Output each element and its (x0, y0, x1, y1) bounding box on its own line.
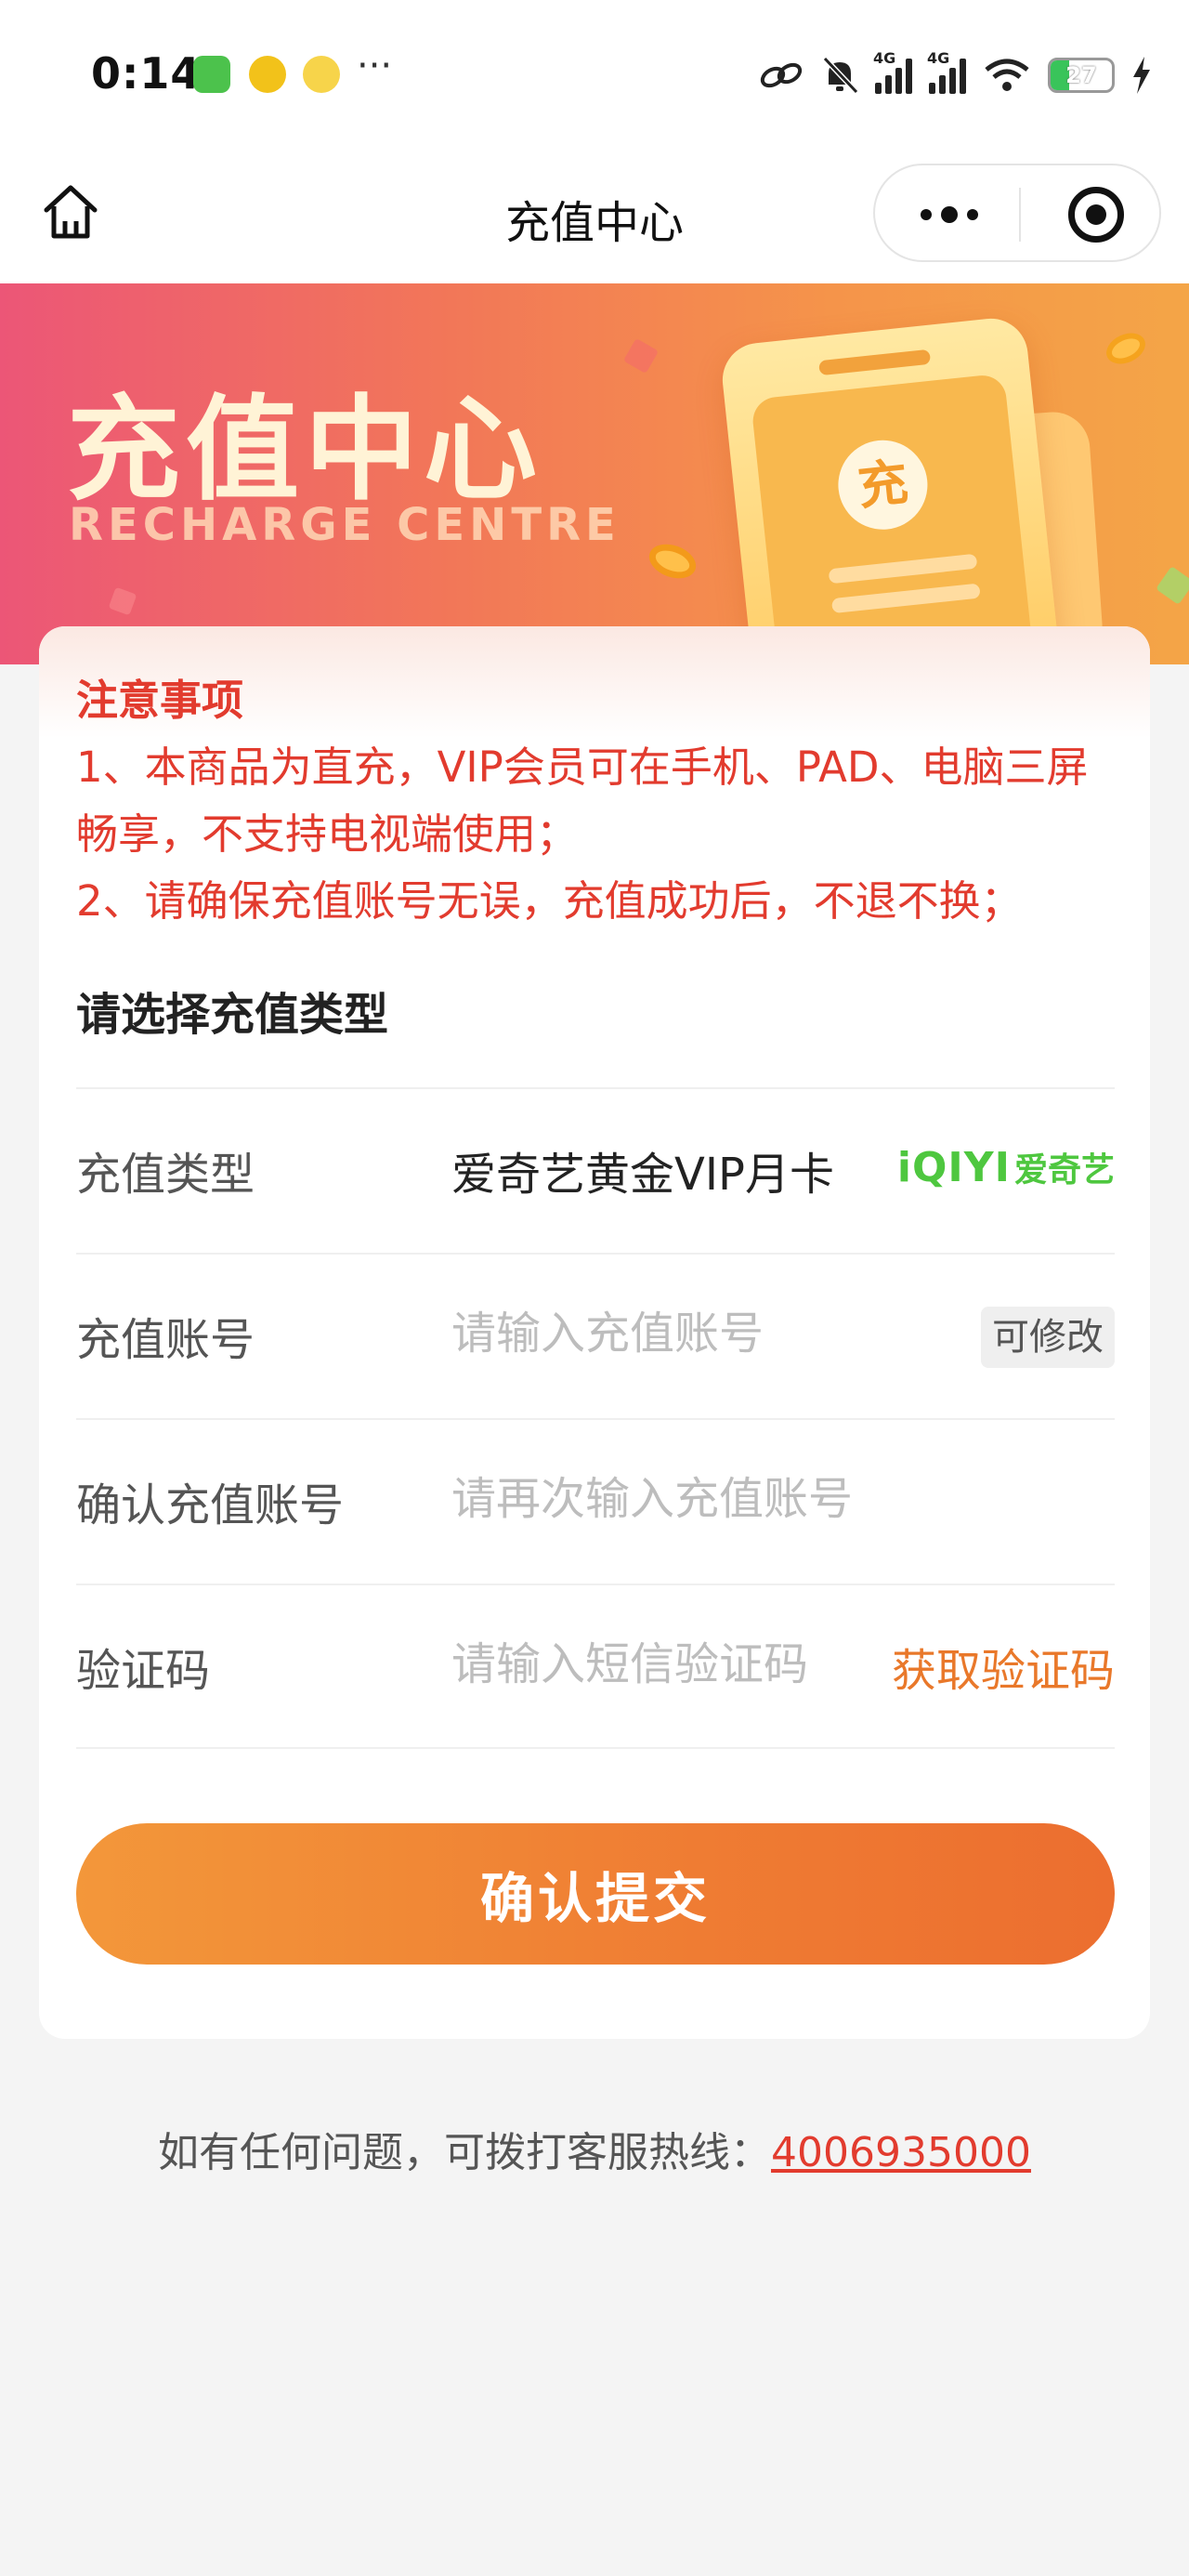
account-row: 充值账号 可修改 (76, 1253, 1115, 1418)
mascot-app-icon (303, 56, 340, 93)
verification-code-row: 验证码 获取验证码 (76, 1584, 1115, 1749)
coin-decoration-icon (644, 538, 701, 585)
wifi-icon (985, 59, 1029, 91)
recharge-card: 注意事项 1、本商品为直充，VIP会员可在手机、PAD、电脑三屏畅享，不支持电视… (39, 626, 1150, 2039)
confirm-account-input[interactable] (451, 1457, 934, 1541)
charging-bolt-icon (1133, 57, 1150, 94)
nav-bar: 充值中心 (0, 149, 1189, 283)
network-type-label: 4G (927, 49, 950, 67)
verification-code-label: 验证码 (76, 1645, 211, 1697)
phone-illustration: 充 (718, 314, 1065, 664)
status-time: 0:14 (91, 48, 202, 99)
recharge-type-value: 爱奇艺黄金VIP月卡 (451, 1149, 834, 1201)
charging-app-icon (193, 56, 230, 93)
iqiyi-logo: iQIYI 爱奇艺 (897, 1143, 1115, 1191)
notice-block: 注意事项 1、本商品为直充，VIP会员可在手机、PAD、电脑三屏畅享，不支持电视… (76, 667, 1126, 935)
brand-name-zh: 爱奇艺 (1013, 1151, 1115, 1189)
notice-line: 1、本商品为直充，VIP会员可在手机、PAD、电脑三屏畅享，不支持电视端使用； (76, 743, 1089, 859)
link-icon (760, 62, 803, 88)
footer-hotline: 如有任何问题，可拨打客服热线：4006935000 (0, 2119, 1189, 2178)
account-input[interactable] (451, 1292, 934, 1375)
page: 0:14 ··· 4G 4G 27 充值中心 充值中心 RECHARGE CEN… (0, 0, 1189, 2576)
editable-tag: 可修改 (981, 1307, 1115, 1368)
divider (76, 1747, 1115, 1749)
account-label: 充值账号 (76, 1314, 255, 1366)
hotline-link[interactable]: 4006935000 (771, 2129, 1031, 2176)
notice-line: 2、请确保充值账号无误，充值成功后，不退不换； (76, 876, 1023, 926)
mute-bell-icon (822, 56, 858, 95)
confirm-account-row: 确认充值账号 (76, 1418, 1115, 1584)
more-notifications-icon: ··· (357, 45, 393, 87)
status-bar: 0:14 ··· 4G 4G 27 (0, 0, 1189, 149)
section-title: 请选择充值类型 (76, 989, 389, 1041)
signal-4g-icon: 4G (873, 49, 912, 94)
hotline-text: 如有任何问题，可拨打客服热线： (158, 2129, 772, 2176)
notice-title: 注意事项 (76, 676, 244, 725)
network-type-label: 4G (873, 49, 896, 67)
confirm-account-label: 确认充值账号 (76, 1479, 345, 1531)
verification-code-input[interactable] (451, 1623, 860, 1706)
recharge-type-row[interactable]: 充值类型 爱奇艺黄金VIP月卡 iQIYI 爱奇艺 (76, 1087, 1115, 1253)
banner: 充值中心 RECHARGE CENTRE 充 (0, 283, 1189, 664)
get-code-button[interactable]: 获取验证码 (892, 1634, 1115, 1699)
signal-4g-icon: 4G (927, 49, 966, 94)
status-icons: 4G 4G 27 (758, 49, 1152, 100)
battery-icon: 27 (1048, 58, 1115, 93)
coin-decoration-icon (1101, 327, 1151, 370)
close-miniprogram-icon[interactable] (1068, 187, 1124, 243)
music-app-icon (249, 56, 286, 93)
banner-subtitle: RECHARGE CENTRE (69, 499, 621, 551)
submit-button[interactable]: 确认提交 (76, 1823, 1115, 1965)
battery-level: 27 (1065, 62, 1097, 88)
recharge-type-label: 充值类型 (76, 1149, 255, 1201)
miniprogram-capsule (873, 164, 1161, 262)
brand-name-en: iQIYI (896, 1144, 1011, 1191)
more-menu-icon[interactable] (912, 191, 986, 238)
banner-title: 充值中心 (67, 384, 542, 516)
